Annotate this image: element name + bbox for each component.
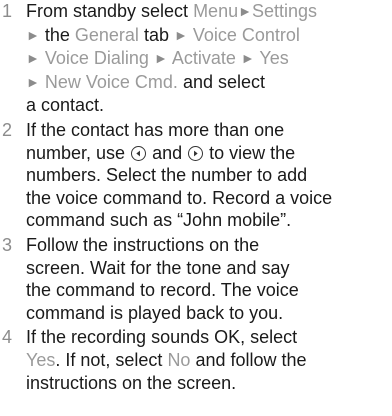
step-text: Follow the instructions on the screen. Wa…	[26, 234, 392, 324]
step-line: ► New Voice Cmd. and select	[26, 71, 392, 95]
menu-path-arrow-icon: ►	[26, 26, 40, 43]
step-line: If the recording sounds OK, select	[26, 326, 392, 349]
ui-term: Menu	[193, 1, 239, 21]
ui-term: Voice Control	[192, 24, 300, 45]
instruction-step-4: 4 If the recording sounds OK, select Yes. …	[0, 326, 392, 394]
step-text-run: Follow the instructions on the	[26, 234, 260, 255]
ui-term: Yes	[259, 48, 289, 69]
step-text: If the contact has more than one number, …	[26, 119, 392, 232]
step-line: From standby select Menu►Settings	[26, 0, 392, 24]
step-number: 2	[2, 119, 13, 140]
ui-term: New Voice Cmd.	[44, 71, 178, 92]
step-number: 1	[2, 1, 13, 21]
step-text-run: a contact.	[26, 95, 105, 116]
menu-path-arrow-icon: ►	[240, 50, 255, 67]
menu-path-arrow-icon: ►	[26, 50, 40, 67]
ui-term: No	[167, 349, 191, 370]
step-text-run: command such as “John mobile”.	[26, 210, 292, 231]
step-text-run: the command to record. The voice	[26, 280, 299, 301]
step-text-run: the	[39, 24, 75, 45]
step-line: the voice command to. Record a voice	[26, 187, 392, 210]
instruction-steps: 1 From standby select Menu►Settings ► the …	[0, 0, 392, 394]
step-line: command is played back to you.	[26, 302, 392, 325]
step-text-run: and	[147, 142, 188, 163]
menu-path-arrow-icon: ►	[26, 73, 40, 90]
step-text-run: tab	[138, 24, 174, 45]
step-text-run: If the recording sounds OK, select	[26, 327, 298, 348]
step-text-run: . If not, select	[55, 349, 168, 370]
step-text-run: and follow the	[190, 349, 307, 370]
step-text-run: instructions on the screen.	[26, 372, 237, 393]
menu-path-arrow-icon: ►	[173, 26, 188, 43]
instruction-step-2: 2 If the contact has more than one number,…	[0, 119, 392, 232]
ui-term: Yes	[26, 349, 56, 370]
ui-term: Activate	[171, 48, 236, 69]
navigation-right-key-icon	[188, 145, 204, 161]
step-line: Yes. If not, select No and follow the	[26, 349, 392, 372]
step-text-run: command is played back to you.	[26, 302, 284, 323]
ui-term: General	[74, 24, 139, 45]
step-number: 3	[2, 234, 13, 255]
step-text-run: and select	[177, 71, 265, 92]
step-text-run: the voice command to. Record a voice	[26, 187, 333, 208]
step-line: number, use and to view the	[26, 142, 392, 165]
step-line: instructions on the screen.	[26, 372, 392, 395]
step-text-run: number, use	[26, 142, 131, 163]
navigation-left-key-icon	[131, 145, 147, 161]
step-line: Follow the instructions on the	[26, 234, 392, 257]
instruction-step-1: 1 From standby select Menu►Settings ► the …	[0, 0, 392, 117]
step-text-run: numbers. Select the number to add	[26, 165, 308, 186]
step-line: a contact.	[26, 94, 392, 117]
instruction-page: 1 From standby select Menu►Settings ► the …	[0, 0, 392, 416]
step-line: If the contact has more than one	[26, 119, 392, 142]
step-text-run: If the contact has more than one	[26, 119, 285, 140]
instruction-step-3: 3 Follow the instructions on the screen. W…	[0, 234, 392, 324]
step-text-run: to view the	[204, 142, 296, 163]
step-line: screen. Wait for the tone and say	[26, 257, 392, 280]
step-text-run: screen. Wait for the tone and say	[26, 257, 290, 278]
step-line: numbers. Select the number to add	[26, 164, 392, 187]
ui-term: Voice Dialing	[44, 48, 149, 69]
step-number: 4	[2, 327, 13, 348]
step-text: If the recording sounds OK, select Yes. I…	[26, 326, 392, 394]
step-text: From standby select Menu►Settings ► the G…	[26, 0, 392, 117]
step-line: the command to record. The voice	[26, 279, 392, 302]
step-line: ► Voice Dialing ► Activate ► Yes	[26, 47, 392, 71]
step-text-run: From standby select	[26, 1, 194, 21]
step-line: command such as “John mobile”.	[26, 209, 392, 232]
menu-path-arrow-icon: ►	[238, 3, 252, 19]
menu-path-arrow-icon: ►	[153, 50, 168, 67]
ui-term: Settings	[251, 1, 317, 21]
step-line: ► the General tab ► Voice Control	[26, 24, 392, 48]
